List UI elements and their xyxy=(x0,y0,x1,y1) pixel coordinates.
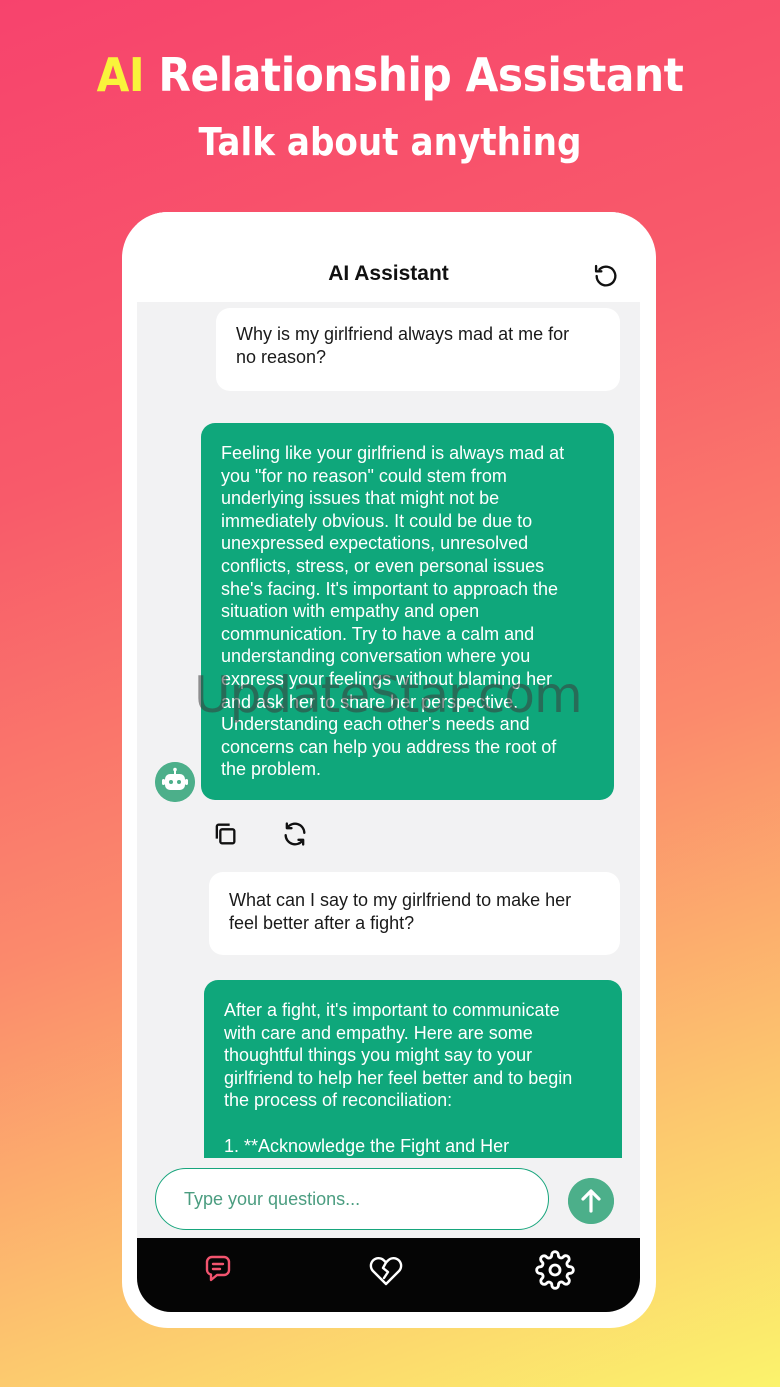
banner-subline: Talk about anything xyxy=(198,120,582,164)
app-screen: AI Assistant Why is my girlfriend always… xyxy=(137,212,640,1312)
assistant-message-1: Feeling like your girlfriend is always m… xyxy=(201,423,614,800)
history-refresh-icon[interactable] xyxy=(592,262,620,290)
bottom-nav xyxy=(137,1238,640,1312)
regenerate-icon[interactable] xyxy=(281,820,309,848)
robot-icon xyxy=(155,762,195,802)
question-input[interactable] xyxy=(155,1168,549,1230)
page-title: AI Assistant xyxy=(328,262,449,285)
input-bar xyxy=(137,1158,640,1238)
phone-frame: AI Assistant Why is my girlfriend always… xyxy=(122,212,656,1328)
send-button[interactable] xyxy=(568,1178,614,1224)
headline-rest: Relationship Assistant xyxy=(144,48,684,102)
assistant-message-2: After a fight, it's important to communi… xyxy=(204,980,622,1165)
app-bar: AI Assistant xyxy=(137,212,640,302)
user-message-2: What can I say to my girlfriend to make … xyxy=(209,872,620,955)
chat-bubble-icon[interactable] xyxy=(198,1250,238,1290)
copy-icon[interactable] xyxy=(211,820,239,848)
banner-headline: AI Relationship Assistant xyxy=(31,48,749,102)
broken-heart-icon[interactable] xyxy=(366,1250,406,1290)
user-message-1: Why is my girlfriend always mad at me fo… xyxy=(216,308,620,391)
gear-icon[interactable] xyxy=(535,1250,575,1290)
headline-accent: AI xyxy=(96,48,145,102)
